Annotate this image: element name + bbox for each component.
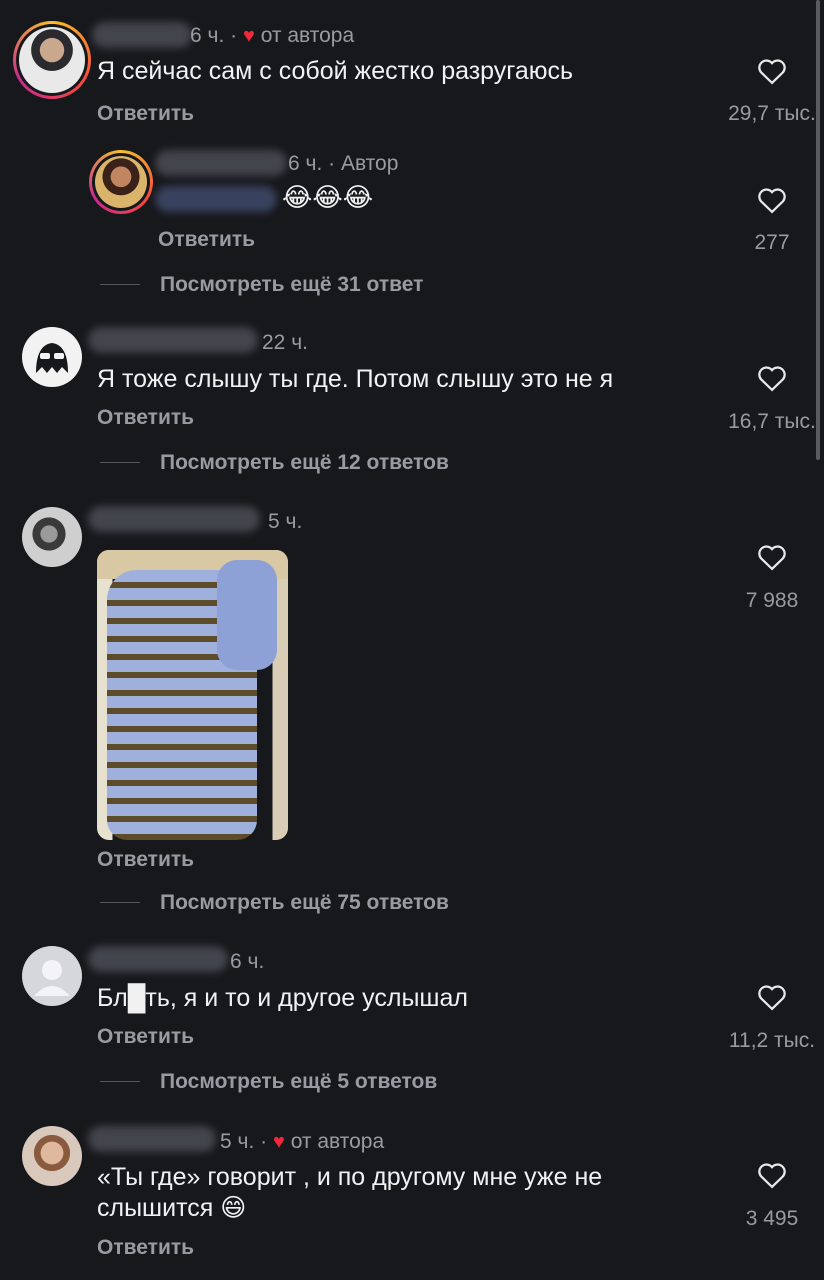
- comment-text: Я сейчас сам с собой жестко разругаюсь: [97, 57, 574, 85]
- like-count: 11,2 тыс.: [728, 1029, 816, 1052]
- divider: [100, 462, 140, 463]
- heart-outline-icon[interactable]: [757, 983, 787, 1011]
- attached-image-dress[interactable]: [97, 550, 288, 840]
- username-blurred[interactable]: [92, 22, 192, 48]
- reply-button[interactable]: Ответить: [97, 1236, 194, 1260]
- reply-button[interactable]: Ответить: [97, 102, 194, 126]
- author-badge: от автора: [260, 24, 355, 47]
- view-more-replies[interactable]: Посмотреть ещё 31 ответ: [160, 273, 423, 297]
- like-count: 3 495: [745, 1207, 799, 1230]
- username-blurred[interactable]: [88, 946, 228, 972]
- divider: [100, 1081, 140, 1082]
- timestamp: 22 ч.: [262, 331, 308, 354]
- username-blurred[interactable]: [88, 1126, 216, 1152]
- like-count: 16,7 тыс.: [728, 410, 816, 433]
- comment-meta: 6 ч. · Автор: [288, 152, 398, 176]
- like-count: 7 988: [745, 589, 799, 612]
- username-blurred[interactable]: [88, 327, 258, 353]
- heart-icon: ♥: [272, 1131, 285, 1153]
- author-badge: Автор: [340, 152, 399, 175]
- comment-text-line: слышится 😄: [97, 1194, 247, 1222]
- timestamp: 6 ч. ·: [190, 24, 238, 47]
- reply-button[interactable]: Ответить: [97, 1025, 194, 1049]
- heart-outline-icon[interactable]: [757, 543, 787, 571]
- reply-button[interactable]: Ответить: [97, 848, 194, 872]
- divider: [100, 902, 140, 903]
- comment-text: «Ты где» говорит , и по другому мне уже …: [97, 1162, 602, 1224]
- like-count: 29,7 тыс.: [728, 102, 816, 125]
- comment-text-line: «Ты где» говорит , и по другому мне уже …: [97, 1163, 603, 1191]
- comment-text: Я тоже слышу ты где. Потом слышу это не …: [97, 365, 614, 393]
- divider: [100, 284, 140, 285]
- mention-blurred[interactable]: [155, 186, 277, 212]
- author-badge: от автора: [290, 1130, 385, 1153]
- reply-button[interactable]: Ответить: [158, 228, 255, 252]
- comment-text: Бл█ть, я и то и другое услышал: [97, 984, 468, 1012]
- username-blurred[interactable]: [88, 506, 260, 532]
- timestamp: 5 ч. ·: [220, 1130, 268, 1153]
- avatar[interactable]: [22, 507, 82, 567]
- heart-outline-icon[interactable]: [757, 364, 787, 392]
- heart-outline-icon[interactable]: [757, 57, 787, 85]
- view-more-replies[interactable]: Посмотреть ещё 75 ответов: [160, 891, 449, 915]
- avatar[interactable]: [13, 21, 91, 99]
- timestamp: 5 ч.: [268, 510, 303, 533]
- reply-button[interactable]: Ответить: [97, 406, 194, 430]
- like-count: 277: [754, 231, 790, 254]
- comment-text: 😂😂😂: [282, 182, 374, 212]
- timestamp: 6 ч.: [230, 950, 265, 973]
- avatar[interactable]: [22, 946, 82, 1006]
- heart-icon: ♥: [242, 25, 255, 47]
- scrollbar[interactable]: [816, 0, 820, 460]
- comment-meta: 6 ч. · ♥ от автора: [190, 24, 354, 48]
- view-more-replies[interactable]: Посмотреть ещё 5 ответов: [160, 1070, 437, 1094]
- heart-outline-icon[interactable]: [757, 1161, 787, 1189]
- timestamp: 6 ч. ·: [288, 152, 336, 175]
- avatar[interactable]: [89, 150, 153, 214]
- view-more-replies[interactable]: Посмотреть ещё 12 ответов: [160, 451, 449, 475]
- username-blurred[interactable]: [155, 150, 287, 176]
- avatar[interactable]: [22, 1126, 82, 1186]
- avatar[interactable]: [22, 327, 82, 387]
- comment-meta: 5 ч. · ♥ от автора: [220, 1130, 384, 1154]
- heart-outline-icon[interactable]: [757, 186, 787, 214]
